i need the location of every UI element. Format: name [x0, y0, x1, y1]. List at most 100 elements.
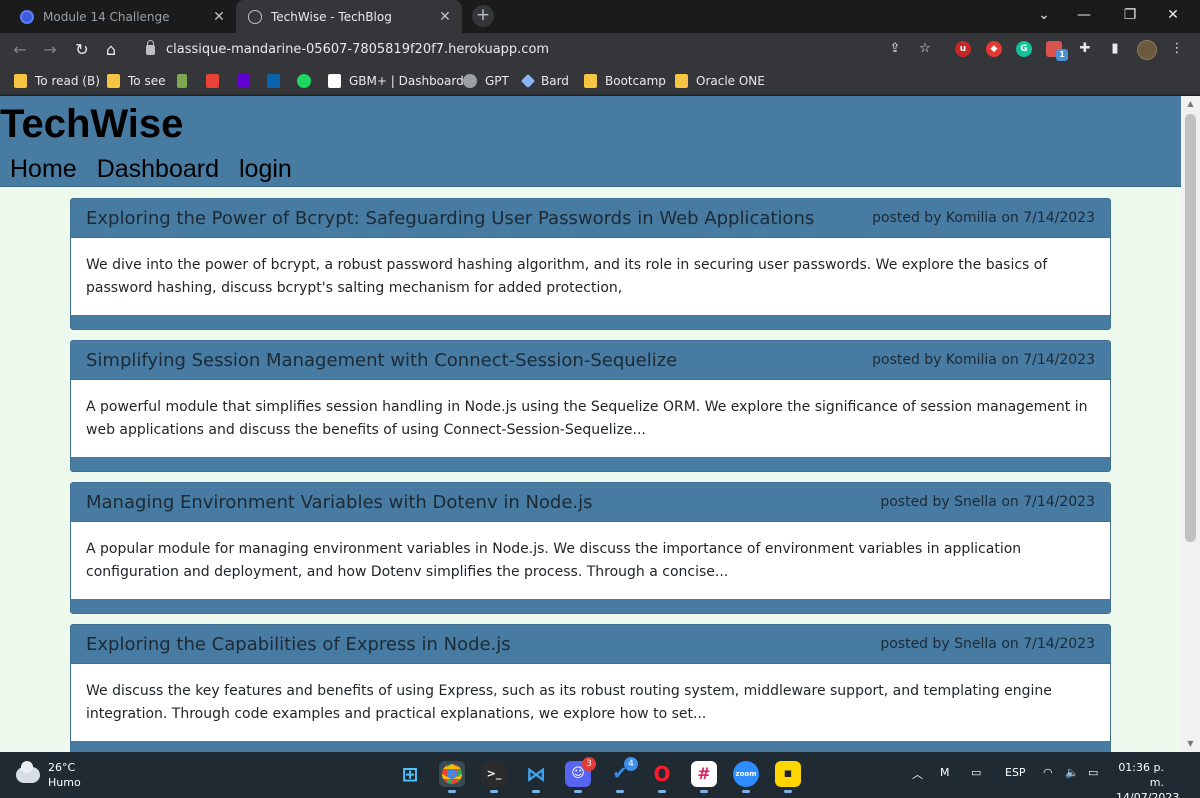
tab-search-chevron-icon[interactable]: ⌄ [1024, 0, 1064, 30]
bookmark-gpt[interactable]: GPT [463, 72, 509, 90]
chevron-up-icon[interactable]: ︿ [912, 766, 923, 782]
url-text: classique-mandarine-05607-7805819f20f7.h… [166, 42, 550, 57]
weather-widget[interactable]: 26°C Humo [16, 760, 81, 790]
reload-button[interactable]: ↻ [70, 38, 94, 62]
post-card[interactable]: Exploring the Capabilities of Express in… [70, 624, 1111, 752]
extension-badge: 1 [1056, 49, 1068, 61]
post-body: We dive into the power of bcrypt, a robu… [86, 257, 1048, 296]
bookmark-to-see[interactable]: To see [107, 72, 165, 90]
post-body: We discuss the key features and benefits… [86, 683, 1052, 722]
shield-extension-icon[interactable]: ◆ [986, 41, 1002, 57]
tab-techwise[interactable]: TechWise - TechBlog ✕ [236, 0, 462, 33]
taskbar: 26°C Humo ⊞ >_ ⋈ ☺ 3 ✔ 4 O # zoom ▪ ︿ M ▭ … [0, 752, 1200, 798]
discord-taskbar-icon[interactable]: ☺ 3 [565, 757, 596, 793]
post-header: Exploring the Power of Bcrypt: Safeguard… [71, 199, 1110, 238]
tray-app-icon[interactable]: M [940, 766, 950, 779]
sticky-notes-taskbar-icon[interactable]: ▪ [775, 761, 801, 793]
post-title[interactable]: Simplifying Session Management with Conn… [86, 350, 677, 371]
bookmark-bard[interactable]: Bard [520, 72, 569, 90]
folder-icon [675, 74, 688, 88]
bookmark-chess[interactable] [177, 72, 195, 90]
zoom-taskbar-icon[interactable]: zoom [733, 761, 759, 793]
bookmark-label: GBM+ | Dashboard [349, 74, 464, 88]
share-icon[interactable]: ⇪ [886, 40, 904, 58]
globe-icon [248, 9, 262, 24]
terminal-taskbar-icon[interactable]: >_ [481, 761, 507, 793]
post-meta: posted by Snella on 7/14/2023 [880, 494, 1095, 510]
bookmark-bootcamp[interactable]: Bootcamp [584, 72, 666, 90]
browser-toolbar: ← → ↻ ⌂ classique-mandarine-05607-780581… [0, 33, 1200, 66]
bookmark-oracle-one[interactable]: Oracle ONE [675, 72, 765, 90]
menu-kebab-icon[interactable]: ⋮ [1168, 40, 1186, 58]
profile-avatar[interactable] [1137, 40, 1157, 60]
nav-login-link[interactable]: login [239, 154, 292, 184]
minimize-button[interactable]: — [1064, 0, 1104, 30]
post-card[interactable]: Managing Environment Variables with Dote… [70, 482, 1111, 614]
todo-taskbar-icon[interactable]: ✔ 4 [607, 757, 638, 793]
windows-start-icon[interactable]: ⊞ [397, 761, 423, 787]
home-button[interactable]: ⌂ [99, 38, 123, 62]
extensions-puzzle-icon[interactable]: ✚ [1076, 40, 1094, 58]
site-nav: Home Dashboard login [10, 154, 312, 184]
post-list: Exploring the Power of Bcrypt: Safeguard… [70, 198, 1111, 752]
weather-temperature: 26°C [48, 761, 76, 774]
bookmark-gbm-dashboard[interactable]: GBM+ | Dashboard [328, 72, 464, 90]
restore-button[interactable]: ❐ [1110, 0, 1150, 30]
site-header: TechWise Home Dashboard login [0, 96, 1181, 187]
post-title[interactable]: Exploring the Capabilities of Express in… [86, 634, 511, 655]
extension-with-badge-icon[interactable]: 1 [1046, 41, 1068, 61]
spotify-icon [297, 74, 311, 88]
cloud-icon [16, 761, 40, 783]
nav-dashboard-link[interactable]: Dashboard [97, 154, 219, 184]
keyboard-icon[interactable]: ▭ [971, 766, 981, 779]
bookmark-star-icon[interactable]: ☆ [916, 40, 934, 58]
bookmark-gmail[interactable] [206, 72, 227, 90]
back-button[interactable]: ← [8, 38, 32, 62]
post-card[interactable]: Simplifying Session Management with Conn… [70, 340, 1111, 472]
close-window-button[interactable]: ✕ [1153, 0, 1193, 30]
scroll-down-arrow-icon[interactable]: ▼ [1181, 736, 1200, 752]
new-tab-button[interactable]: + [472, 5, 494, 27]
bookmark-outlook[interactable] [267, 72, 288, 90]
post-card[interactable]: Exploring the Power of Bcrypt: Safeguard… [70, 198, 1111, 330]
taskbar-clock[interactable]: 01:36 p. m. 14/07/2023 [1116, 760, 1179, 798]
slack-taskbar-icon[interactable]: # [691, 761, 717, 793]
chrome-taskbar-icon[interactable] [439, 761, 465, 793]
close-icon[interactable]: ✕ [434, 9, 456, 25]
bard-icon [520, 73, 536, 89]
bookmark-label: Bootcamp [605, 74, 666, 88]
bookmark-yahoo[interactable] [237, 72, 258, 90]
close-icon[interactable]: ✕ [208, 9, 230, 25]
ublock-extension-icon[interactable]: u [955, 41, 971, 57]
scroll-up-arrow-icon[interactable]: ▲ [1181, 96, 1200, 112]
scroll-thumb[interactable] [1185, 114, 1196, 542]
nav-home-link[interactable]: Home [10, 154, 77, 184]
post-title[interactable]: Exploring the Power of Bcrypt: Safeguard… [86, 208, 814, 229]
vscode-taskbar-icon[interactable]: ⋈ [523, 761, 549, 793]
folder-icon [14, 74, 27, 88]
page-scrollbar[interactable]: ▲ ▼ [1181, 96, 1200, 752]
grammarly-extension-icon[interactable]: G [1016, 41, 1032, 57]
wifi-icon[interactable]: ◠ [1043, 766, 1053, 779]
post-footer [71, 315, 1110, 329]
tab-strip: Module 14 Challenge ✕ TechWise - TechBlo… [0, 0, 1200, 33]
chrome-logo-icon [442, 764, 462, 784]
folder-icon [584, 74, 597, 88]
address-bar[interactable]: classique-mandarine-05607-7805819f20f7.h… [134, 36, 814, 63]
yahoo-icon [237, 74, 250, 88]
side-panel-icon[interactable]: ▮ [1106, 40, 1124, 58]
volume-icon[interactable]: 🔈 [1065, 766, 1079, 779]
bookmark-label: Bard [541, 74, 569, 88]
post-title[interactable]: Managing Environment Variables with Dote… [86, 492, 593, 513]
battery-icon[interactable]: ▭ [1088, 766, 1098, 779]
bookmark-to-read[interactable]: To read (B) [14, 72, 100, 90]
forward-button[interactable]: → [38, 38, 62, 62]
lock-icon [146, 39, 155, 55]
tab-module-14[interactable]: Module 14 Challenge ✕ [8, 0, 236, 33]
bookmarks-bar: To read (B) To see GBM+ | Dashboard GPT … [0, 66, 1200, 95]
bookmark-spotify[interactable] [297, 72, 319, 90]
post-body: A powerful module that simplifies sessio… [86, 399, 1088, 438]
language-indicator[interactable]: ESP [1005, 766, 1026, 779]
site-title: TechWise [0, 102, 184, 146]
opera-taskbar-icon[interactable]: O [649, 761, 675, 793]
